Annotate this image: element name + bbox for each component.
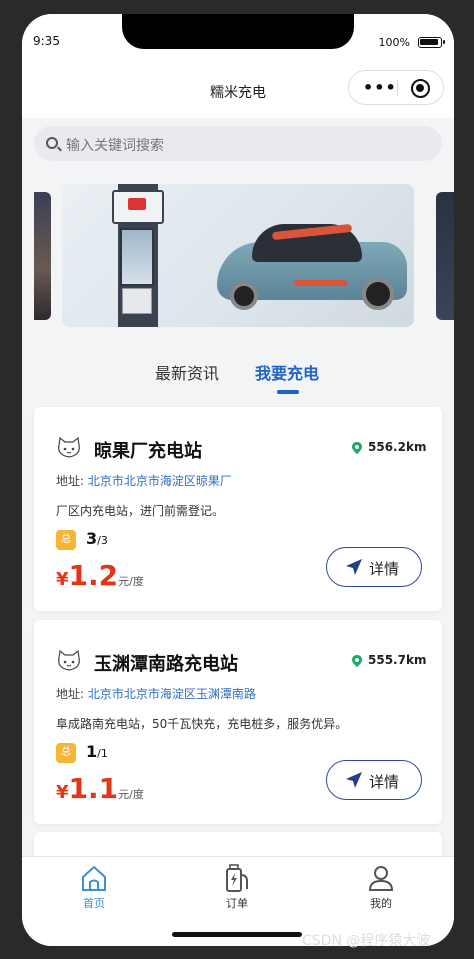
search-bar[interactable]: 输入关键词搜索 bbox=[34, 126, 442, 161]
more-icon[interactable]: ••• bbox=[363, 80, 397, 96]
camera-notch bbox=[122, 14, 354, 49]
tab-orders[interactable]: 订单 bbox=[207, 863, 267, 911]
total-count: /3 bbox=[97, 534, 108, 547]
available-count: 1 bbox=[86, 742, 98, 761]
station-card[interactable]: 晾果厂充电站 556.2km 地址: 北京市北京市海淀区晾果厂 厂区内充电站，进… bbox=[34, 407, 442, 611]
cat-station-icon bbox=[58, 437, 80, 458]
navigate-icon bbox=[346, 772, 362, 788]
detail-button[interactable]: 详情 bbox=[326, 547, 422, 587]
detail-button[interactable]: 详情 bbox=[326, 760, 422, 800]
user-icon bbox=[368, 866, 394, 891]
tab-charge[interactable]: 我要充电 bbox=[255, 360, 319, 384]
status-time: 9:35 bbox=[33, 34, 60, 48]
navigate-icon bbox=[346, 559, 362, 575]
miniprogram-capsule: ••• bbox=[348, 70, 444, 105]
search-input[interactable]: 输入关键词搜索 bbox=[66, 135, 164, 155]
price-amount: 1.2 bbox=[68, 559, 119, 592]
tab-home-label: 首页 bbox=[83, 897, 105, 910]
charger-count: 1/1 bbox=[86, 742, 108, 761]
location-pin-icon bbox=[352, 655, 362, 667]
station-price: ¥1.2元/度 bbox=[56, 559, 144, 592]
address-label: 地址: bbox=[56, 687, 85, 701]
charger-icon bbox=[226, 864, 248, 892]
price-amount: 1.1 bbox=[68, 772, 119, 805]
cat-station-icon bbox=[58, 650, 80, 671]
tab-orders-label: 订单 bbox=[226, 897, 248, 910]
price-unit: 元/度 bbox=[118, 575, 144, 588]
currency-symbol: ¥ bbox=[56, 569, 69, 590]
detail-button-label: 详情 bbox=[369, 560, 400, 578]
banner-carousel[interactable] bbox=[62, 184, 414, 327]
address-label: 地址: bbox=[56, 474, 85, 488]
home-indicator bbox=[172, 932, 302, 937]
location-pin-icon bbox=[352, 442, 362, 454]
charger-head bbox=[112, 190, 164, 224]
charger-count-badge: 总 bbox=[56, 743, 76, 763]
address-link[interactable]: 北京市北京市海淀区晾果厂 bbox=[88, 474, 232, 488]
charger-count-badge: 总 bbox=[56, 530, 76, 550]
car-wheel bbox=[230, 282, 258, 310]
close-miniprogram-icon[interactable] bbox=[411, 79, 430, 98]
address-link[interactable]: 北京市北京市海淀区玉渊潭南路 bbox=[88, 687, 256, 701]
battery-percent: 100% bbox=[378, 36, 410, 49]
station-description: 厂区内充电站，进门前需登记。 bbox=[56, 504, 225, 518]
tab-mine-label: 我的 bbox=[370, 897, 392, 910]
available-count: 3 bbox=[86, 529, 98, 548]
station-name: 玉渊潭南路充电站 bbox=[94, 654, 238, 675]
search-icon bbox=[46, 137, 58, 149]
watermark: CSDN @程序猿大波 bbox=[302, 933, 431, 949]
station-address: 地址: 北京市北京市海淀区晾果厂 bbox=[56, 472, 232, 489]
station-distance: 555.7km bbox=[368, 653, 427, 667]
nav-bar: 糯米充电 ••• bbox=[22, 60, 454, 118]
phone-screen: 9:35 100% 糯米充电 ••• 输入关键词搜索 最新资讯 我要充电 晾果厂… bbox=[22, 14, 454, 946]
station-description: 阜成路南充电站，50千瓦快充，充电桩多，服务优异。 bbox=[56, 717, 348, 731]
charger-base bbox=[122, 288, 152, 314]
tab-mine[interactable]: 我的 bbox=[351, 863, 411, 911]
home-icon bbox=[82, 866, 106, 891]
tab-bar: 最新资讯 我要充电 bbox=[22, 354, 454, 396]
capsule-divider bbox=[397, 80, 398, 97]
total-count: /1 bbox=[97, 747, 108, 760]
banner-prev-slide[interactable] bbox=[34, 192, 51, 320]
detail-button-label: 详情 bbox=[369, 773, 400, 791]
banner-next-slide[interactable] bbox=[436, 192, 454, 320]
tab-active-indicator bbox=[277, 390, 299, 394]
charger-count: 3/3 bbox=[86, 529, 108, 548]
price-unit: 元/度 bbox=[118, 788, 144, 801]
tab-home[interactable]: 首页 bbox=[64, 863, 124, 911]
car-wheel bbox=[362, 278, 394, 310]
station-address: 地址: 北京市北京市海淀区玉渊潭南路 bbox=[56, 685, 256, 702]
station-distance: 556.2km bbox=[368, 440, 427, 454]
station-name: 晾果厂充电站 bbox=[94, 441, 202, 462]
station-card[interactable]: 玉渊潭南路充电站 555.7km 地址: 北京市北京市海淀区玉渊潭南路 阜成路南… bbox=[34, 620, 442, 824]
charger-screen bbox=[120, 228, 154, 286]
banner-indicator bbox=[202, 317, 256, 327]
battery-icon bbox=[418, 37, 445, 48]
tab-news[interactable]: 最新资讯 bbox=[155, 360, 219, 384]
station-price: ¥1.1元/度 bbox=[56, 772, 144, 805]
currency-symbol: ¥ bbox=[56, 782, 69, 803]
car-taillight bbox=[294, 280, 348, 286]
